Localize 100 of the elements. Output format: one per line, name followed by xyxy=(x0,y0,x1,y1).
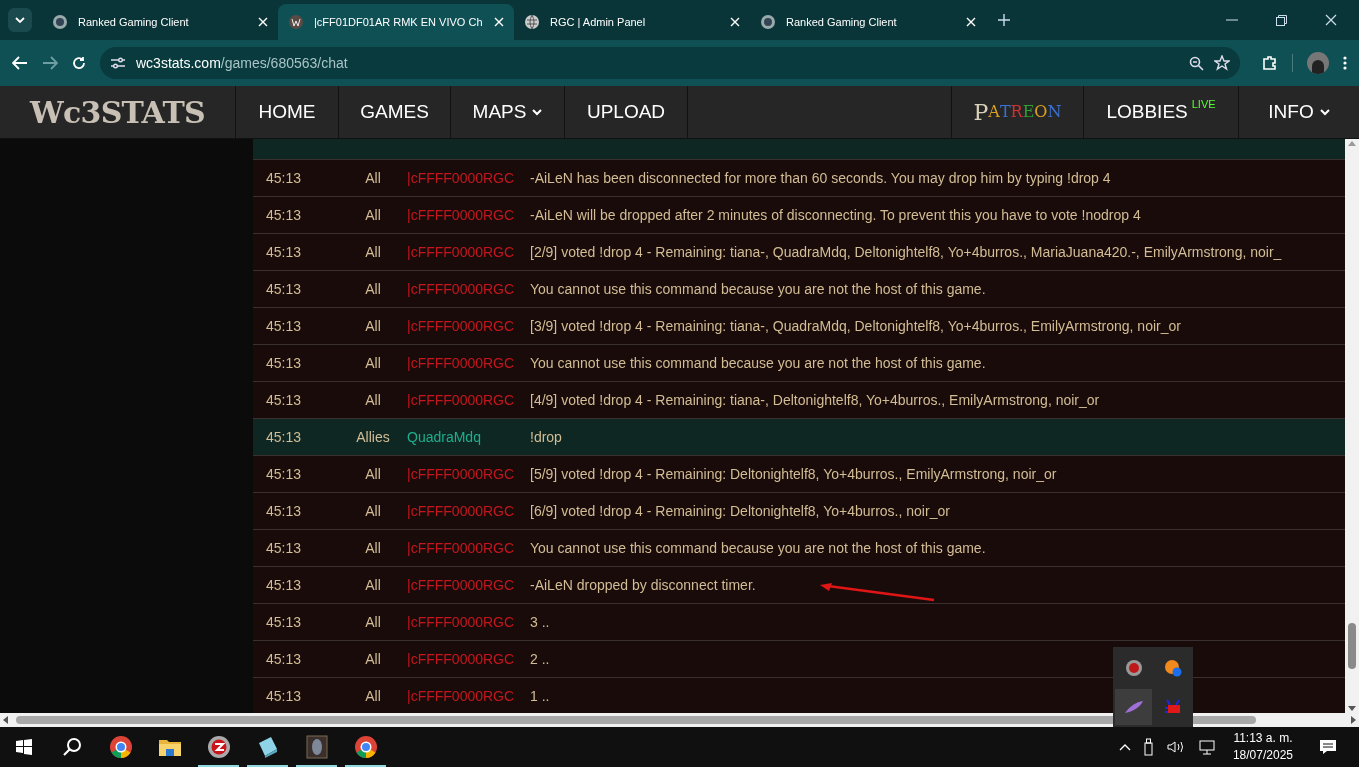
tab-title: |cFF01DF01AR RMK EN VIVO Ch xyxy=(314,14,484,30)
nav-link[interactable]: PATREON xyxy=(952,86,1084,138)
new-tab-icon[interactable] xyxy=(998,14,1010,26)
chat-channel: All xyxy=(364,279,382,299)
chrome-icon[interactable] xyxy=(108,735,133,759)
usb-icon[interactable] xyxy=(1142,738,1155,756)
chat-channel: All xyxy=(364,464,382,484)
scroll-down-icon[interactable] xyxy=(1348,706,1356,711)
search-icon[interactable] xyxy=(62,737,82,757)
player-name: |cFFFF0000RGC xyxy=(407,538,516,558)
browser-tab[interactable]: Ranked Gaming Client xyxy=(42,4,278,40)
chat-time: 45:13 xyxy=(265,575,303,595)
nav-link[interactable]: INFO xyxy=(1239,86,1359,138)
tab-title: RGC | Admin Panel xyxy=(550,14,647,30)
player-name: |cFFFF0000RGC xyxy=(407,168,516,188)
notifications-icon[interactable] xyxy=(1319,739,1337,755)
player-name: |cFFFF0000RGC xyxy=(407,279,516,299)
nav-link[interactable]: GAMES xyxy=(339,86,451,138)
scroll-thumb[interactable] xyxy=(1348,623,1356,669)
chat-message: You cannot use this command because you are not the host of this game. xyxy=(530,538,986,558)
chat-time: 45:13 xyxy=(265,390,303,410)
chat-time: 45:13 xyxy=(265,427,303,447)
player-name: |cFFFF0000RGC xyxy=(407,649,516,669)
chat-channel: All xyxy=(364,353,382,373)
close-tab-icon[interactable] xyxy=(494,17,504,27)
network-icon[interactable] xyxy=(1196,739,1215,755)
chat-message: 1 .. xyxy=(530,686,550,706)
clock-time[interactable]: 11:13 a. m. xyxy=(1233,730,1293,747)
chat-time: 45:13 xyxy=(265,168,303,188)
reload-icon[interactable] xyxy=(72,56,86,70)
chat-channel: All xyxy=(364,316,382,336)
address-bar[interactable]: wc3stats.com/games/680563/chat xyxy=(100,47,1240,79)
close-tab-icon[interactable] xyxy=(258,17,268,27)
browser-tab[interactable]: |cFF01DF01AR RMK EN VIVO Ch xyxy=(278,4,514,40)
player-name: |cFFFF0000RGC xyxy=(407,316,516,336)
tab-title: Ranked Gaming Client xyxy=(78,14,190,30)
horizontal-scrollbar[interactable] xyxy=(0,713,1359,727)
scroll-thumb[interactable] xyxy=(16,716,1256,724)
close-tab-icon[interactable] xyxy=(730,17,740,27)
vertical-scrollbar[interactable] xyxy=(1345,139,1359,713)
scroll-right-icon[interactable] xyxy=(1351,716,1356,724)
close-icon[interactable] xyxy=(1325,14,1337,26)
chat-message: [6/9] voted !drop 4 - Remaining: Deltonightelf8, Yo+4burros., noir_or xyxy=(530,501,950,521)
game-app-icon[interactable] xyxy=(304,735,329,759)
url-text: wc3stats.com/games/680563/chat xyxy=(136,53,348,73)
feather-icon[interactable] xyxy=(1123,700,1144,714)
chat-time: 45:13 xyxy=(265,205,303,225)
player-name: |cFFFF0000RGC xyxy=(407,353,516,373)
site-logo[interactable]: Wc3STATS xyxy=(30,89,205,135)
site-info-icon[interactable] xyxy=(110,56,126,70)
live-label: LIVE xyxy=(1191,97,1216,112)
zoom-icon[interactable] xyxy=(1189,55,1204,71)
chat-time: 45:13 xyxy=(265,538,303,558)
chat-channel: All xyxy=(364,205,382,225)
chat-time: 45:13 xyxy=(265,464,303,484)
chat-message: [4/9] voted !drop 4 - Remaining: tiana-, Deltonightelf8, Yo+4burros., EmilyArmstrong, noir_or xyxy=(530,390,1100,410)
caret-icon xyxy=(15,17,25,23)
start-icon[interactable] xyxy=(16,739,32,755)
nav-link[interactable]: MAPS xyxy=(451,86,565,138)
chat-channel: All xyxy=(364,649,382,669)
nav-link[interactable]: UPLOAD xyxy=(565,86,688,138)
chat-message: -AiLeN will be dropped after 2 minutes of disconnecting. To prevent this you have to vote !nodrop 4 xyxy=(530,205,1141,225)
profile-avatar[interactable] xyxy=(1307,52,1329,74)
scroll-left-icon[interactable] xyxy=(3,716,8,724)
menu-icon[interactable] xyxy=(1343,56,1347,70)
chat-message: [3/9] voted !drop 4 - Remaining: tiana-, QuadraMdq, Deltonightelf8, Yo+4burros., EmilyArmstrong, noir_or xyxy=(530,316,1181,336)
caret-icon xyxy=(1319,108,1330,116)
tab-search-button[interactable] xyxy=(8,8,32,32)
chat-channel: All xyxy=(364,242,382,262)
nav-link[interactable]: LOBBIES LIVE xyxy=(1084,86,1239,138)
back-icon[interactable] xyxy=(12,56,28,70)
forward-icon[interactable] xyxy=(42,56,58,70)
chat-time: 45:13 xyxy=(265,279,303,299)
chrome-icon[interactable] xyxy=(353,735,378,759)
chat-channel: All xyxy=(364,612,382,632)
chat-message: [5/9] voted !drop 4 - Remaining: Deltonightelf8, Yo+4burros., EmilyArmstrong, noir_or xyxy=(530,464,1057,484)
bookmark-star-icon[interactable] xyxy=(1214,55,1230,71)
nav-link[interactable]: HOME xyxy=(236,86,339,138)
favicon-icon xyxy=(52,14,68,30)
chat-time: 45:13 xyxy=(265,316,303,336)
clock-date[interactable]: 18/07/2025 xyxy=(1232,747,1293,764)
chat-time: 45:13 xyxy=(265,686,303,706)
browser-tab[interactable]: RGC | Admin Panel xyxy=(514,4,750,40)
chat-message: !drop xyxy=(530,427,562,447)
rgc-app-icon[interactable] xyxy=(206,735,231,759)
chevron-up-icon[interactable] xyxy=(1118,743,1131,751)
chat-message: You cannot use this command because you are not the host of this game. xyxy=(530,353,986,373)
favicon-icon xyxy=(524,14,540,30)
close-tab-icon[interactable] xyxy=(966,17,976,27)
chat-message: [2/9] voted !drop 4 - Remaining: tiana-, QuadraMdq, Deltonightelf8, Yo+4burros., MariaJuana420.-, EmilyArmstrong, noir_ xyxy=(530,242,1282,262)
tray-app-icon[interactable] xyxy=(1124,659,1143,677)
chat-channel: All xyxy=(364,501,382,521)
favicon-icon xyxy=(288,14,304,30)
volume-icon[interactable] xyxy=(1166,740,1185,754)
tray-app-icon[interactable] xyxy=(1163,699,1182,715)
player-name: |cFFFF0000RGC xyxy=(407,612,516,632)
browser-tab[interactable]: Ranked Gaming Client xyxy=(750,4,986,40)
restore-icon[interactable] xyxy=(1276,14,1287,26)
extensions-icon[interactable] xyxy=(1262,55,1278,71)
tray-app-icon[interactable] xyxy=(1163,659,1182,677)
